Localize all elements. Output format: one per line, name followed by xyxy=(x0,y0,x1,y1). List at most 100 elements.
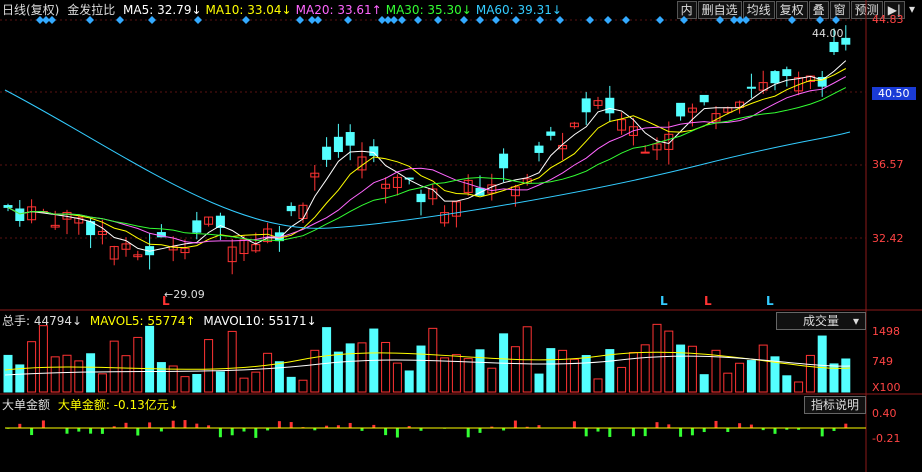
candle-body xyxy=(770,71,780,84)
indicator-tick-1: 0.40 xyxy=(872,407,897,420)
volume-bar xyxy=(534,373,544,393)
indicator-select[interactable]: 成交量 ▾ xyxy=(776,312,866,330)
signal-diamond xyxy=(194,16,202,24)
signal-diamond xyxy=(314,16,322,24)
volume-bar xyxy=(782,375,792,393)
signal-diamond xyxy=(434,16,442,24)
mavol10-line xyxy=(4,355,851,376)
signal-diamond xyxy=(622,16,630,24)
volume-bar xyxy=(546,348,556,393)
signal-diamond xyxy=(742,16,750,24)
signal-diamond xyxy=(86,16,94,24)
volume-bar xyxy=(133,336,143,393)
volume-bar xyxy=(558,349,568,393)
ma5-line xyxy=(7,60,847,252)
volume-tick-1: 1498 xyxy=(872,325,900,338)
mavol5: MAVOL5: 55774↑ xyxy=(89,314,196,328)
signal-diamond xyxy=(604,16,612,24)
volume-total: 总手: 44794↓ xyxy=(2,314,83,328)
price-tick-4: 32.42 xyxy=(872,232,904,245)
volume-bar xyxy=(475,349,485,393)
signal-diamond xyxy=(656,16,664,24)
price-tick-highlight: 40.50 xyxy=(872,87,916,100)
signal-diamond xyxy=(398,16,406,24)
volume-bar xyxy=(794,381,804,393)
volume-bar xyxy=(416,345,426,393)
volume-bar xyxy=(204,339,214,393)
volume-tick-2: 749 xyxy=(872,355,893,368)
ma60-line xyxy=(4,89,851,229)
candle-body xyxy=(640,151,650,154)
volume-bar xyxy=(3,354,13,393)
signal-diamond xyxy=(816,16,824,24)
marker-l-1: L xyxy=(162,294,170,308)
volume-bar xyxy=(109,340,119,393)
volume-bar xyxy=(298,379,308,393)
volume-bar xyxy=(758,344,768,393)
candle-body xyxy=(333,136,343,153)
signal-diamond xyxy=(680,16,688,24)
volume-bar xyxy=(263,352,273,393)
volume-bar xyxy=(121,355,131,393)
volume-bar xyxy=(805,354,815,393)
volume-bar xyxy=(251,371,261,393)
volume-bar xyxy=(699,374,709,393)
volume-bar xyxy=(746,360,756,393)
signal-diamond xyxy=(344,16,352,24)
volume-bar xyxy=(404,370,414,393)
volume-bar xyxy=(451,354,461,393)
volume-bar xyxy=(581,355,591,393)
candle-body xyxy=(581,98,591,113)
volume-bar xyxy=(617,366,627,393)
candle-body xyxy=(676,102,686,117)
volume-bar xyxy=(322,327,332,393)
indicator-header: 大单金额 大单金额: -0.13亿元↓ xyxy=(0,396,183,414)
mavol10: MAVOL10: 55171↓ xyxy=(203,314,317,328)
signal-diamond xyxy=(512,16,520,24)
volume-bar xyxy=(274,361,284,393)
candle-body xyxy=(746,86,756,89)
candle-body xyxy=(699,94,709,103)
ma10-line xyxy=(7,68,847,249)
volume-bar xyxy=(62,354,72,393)
volume-bar xyxy=(333,351,343,393)
volume-unit: X100 xyxy=(872,381,901,394)
indicator-help-button[interactable]: 指标说明 xyxy=(804,396,867,414)
indicator-tick-2: -0.21 xyxy=(872,432,901,445)
chevron-down-icon: ▾ xyxy=(852,314,859,328)
volume-bar xyxy=(510,346,520,393)
price-tick-3: 36.57 xyxy=(872,158,904,171)
indicator-title: 大单金额 xyxy=(2,398,51,412)
candle-body xyxy=(546,131,556,136)
signal-diamond xyxy=(716,16,724,24)
candle-body xyxy=(416,193,426,203)
price-tick-top: 44.83 xyxy=(872,13,904,26)
volume-bar xyxy=(286,376,296,393)
signal-diamond xyxy=(296,16,304,24)
volume-bar xyxy=(27,341,37,393)
mavol5-line xyxy=(4,351,851,371)
volume-bar xyxy=(381,341,391,393)
volume-bar xyxy=(841,358,851,393)
volume-bar xyxy=(86,353,96,393)
signal-diamond xyxy=(48,16,56,24)
candle-body xyxy=(369,146,379,156)
candle-body xyxy=(605,97,615,114)
signal-diamond xyxy=(788,16,796,24)
volume-bar xyxy=(156,362,166,393)
volume-bar xyxy=(463,358,473,393)
volume-header: 总手: 44794↓ MAVOL5: 55774↑ MAVOL10: 55171… xyxy=(0,312,321,330)
volume-bar xyxy=(676,344,686,393)
candle-body xyxy=(3,205,13,208)
volume-bar xyxy=(97,373,107,393)
candle-body xyxy=(782,69,792,77)
volume-bar xyxy=(215,371,225,393)
volume-bar xyxy=(145,325,155,393)
volume-bar xyxy=(605,349,615,393)
signal-diamond xyxy=(414,16,422,24)
marker-l-2: L xyxy=(660,294,668,308)
signal-diamond xyxy=(476,16,484,24)
candle-body xyxy=(499,153,509,169)
volume-bar xyxy=(50,356,60,393)
signal-diamond xyxy=(492,16,500,24)
